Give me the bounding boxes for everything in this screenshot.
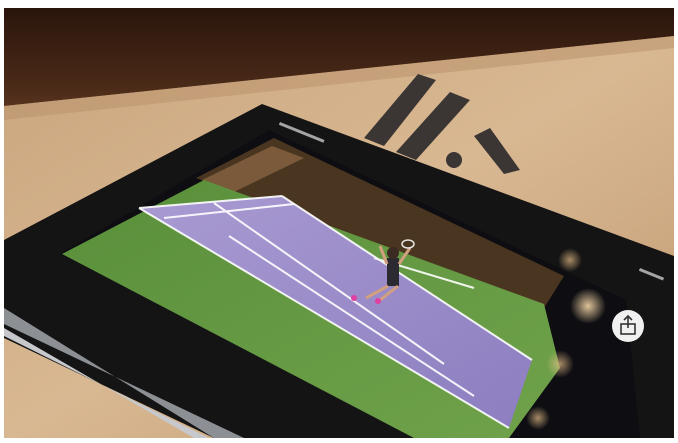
photo — [4, 8, 674, 438]
photo-scene — [4, 8, 674, 438]
share-icon[interactable] — [612, 310, 644, 342]
